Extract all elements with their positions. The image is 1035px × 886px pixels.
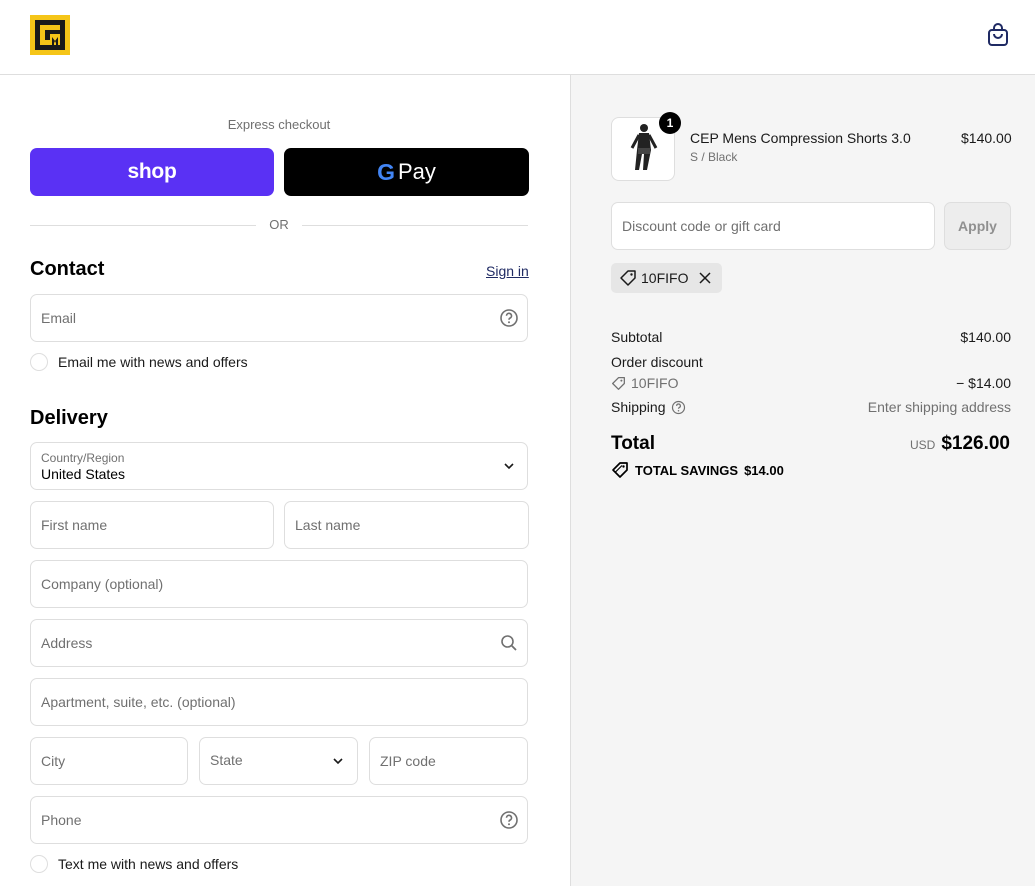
zip-field[interactable]: ZIP code	[369, 737, 528, 785]
country-value: United States	[41, 466, 126, 482]
total-savings-label: TOTAL SAVINGS	[635, 462, 739, 478]
total-amount-group: USD $126.00	[910, 433, 1010, 455]
savings-tag-icon	[612, 462, 628, 478]
help-circle-icon[interactable]	[499, 810, 519, 830]
sms-news-row[interactable]: Text me with news and offers	[30, 855, 238, 873]
email-placeholder: Email	[41, 310, 77, 326]
email-news-label: Email me with news and offers	[58, 354, 248, 370]
store-logo-icon[interactable]	[30, 15, 70, 55]
delivery-title: Delivery	[30, 407, 108, 429]
help-circle-icon[interactable]	[499, 308, 519, 328]
state-placeholder: State	[210, 752, 243, 768]
discount-value: − $14.00	[956, 375, 1011, 391]
subtotal-row: Subtotal $140.00	[611, 329, 1011, 345]
shop-pay-button[interactable]: shop	[30, 148, 274, 196]
tag-icon	[620, 270, 636, 286]
first-name-placeholder: First name	[41, 517, 108, 533]
express-checkout-label: Express checkout	[227, 117, 331, 132]
google-pay-button[interactable]: G Pay	[284, 148, 529, 196]
sms-news-checkbox[interactable]	[30, 855, 48, 873]
email-news-checkbox[interactable]	[30, 353, 48, 371]
city-placeholder: City	[41, 753, 66, 769]
chevron-down-icon	[333, 758, 343, 765]
apartment-placeholder: Apartment, suite, etc. (optional)	[41, 694, 236, 710]
country-label: Country/Region	[41, 451, 125, 465]
country-select[interactable]: Country/Region United States	[30, 442, 528, 490]
header	[0, 0, 1035, 75]
help-circle-icon[interactable]	[671, 400, 686, 415]
applied-discount-chip: 10FIFO	[611, 263, 723, 293]
order-discount-label: Order discount	[611, 354, 703, 370]
company-field[interactable]: Company (optional)	[30, 560, 528, 608]
first-name-field[interactable]: First name	[30, 501, 274, 549]
sms-news-label: Text me with news and offers	[58, 856, 239, 872]
google-g-icon: G	[377, 158, 395, 185]
company-placeholder: Company (optional)	[41, 576, 164, 592]
order-summary: 1 CEP Mens Compression Shorts 3.0 S / Bl…	[570, 75, 1035, 886]
apartment-field[interactable]: Apartment, suite, etc. (optional)	[30, 678, 528, 726]
contact-title: Contact	[30, 258, 105, 280]
chevron-down-icon	[504, 463, 514, 470]
shipping-value: Enter shipping address	[867, 399, 1011, 415]
discount-code-label: 10FIFO	[631, 375, 679, 391]
zip-placeholder: ZIP code	[380, 753, 436, 769]
email-field[interactable]: Email	[30, 294, 528, 342]
state-select[interactable]: State	[199, 737, 358, 785]
currency-code: USD	[909, 438, 936, 452]
product-variant: S / Black	[690, 150, 738, 164]
or-divider: OR	[30, 217, 528, 233]
phone-field[interactable]: Phone	[30, 796, 528, 844]
apply-discount-button[interactable]: Apply	[944, 202, 1011, 250]
total-savings-value: $14.00	[744, 462, 784, 478]
shipping-label: Shipping	[611, 399, 666, 415]
last-name-placeholder: Last name	[295, 517, 361, 533]
shipping-row: Shipping Enter shipping address	[611, 399, 1011, 415]
google-pay-label: Pay	[397, 159, 436, 184]
phone-placeholder: Phone	[41, 812, 82, 828]
discount-code-row: 10FIFO − $14.00	[611, 375, 1011, 394]
shop-pay-label: shop	[127, 160, 177, 183]
total-savings-row: TOTAL SAVINGS $14.00	[611, 461, 784, 479]
search-icon	[501, 635, 517, 651]
product-price: $140.00	[961, 130, 1012, 146]
sign-in-link[interactable]: Sign in	[486, 263, 529, 279]
discount-code-input[interactable]: Discount code or gift card	[611, 202, 935, 250]
total-amount: $126.00	[941, 433, 1010, 454]
close-icon[interactable]	[698, 271, 712, 285]
subtotal-value: $140.00	[960, 329, 1011, 345]
quantity-badge: 1	[659, 112, 681, 134]
email-news-row[interactable]: Email me with news and offers	[30, 353, 248, 371]
divider-line-right	[302, 225, 528, 226]
order-discount-row: Order discount	[611, 354, 1011, 370]
address-placeholder: Address	[41, 635, 93, 651]
product-name: CEP Mens Compression Shorts 3.0	[690, 130, 911, 146]
applied-discount-code: 10FIFO	[641, 270, 689, 286]
discount-placeholder: Discount code or gift card	[622, 218, 781, 234]
product-thumbnail: 1	[611, 112, 681, 181]
total-label: Total	[611, 433, 655, 454]
last-name-field[interactable]: Last name	[284, 501, 529, 549]
city-field[interactable]: City	[30, 737, 188, 785]
checkout-form: Express checkout shop G Pay OR Contact S…	[0, 75, 570, 886]
address-field[interactable]: Address	[30, 619, 528, 667]
shopping-bag-icon[interactable]	[985, 22, 1011, 48]
tag-icon	[612, 376, 625, 390]
subtotal-label: Subtotal	[611, 329, 663, 345]
